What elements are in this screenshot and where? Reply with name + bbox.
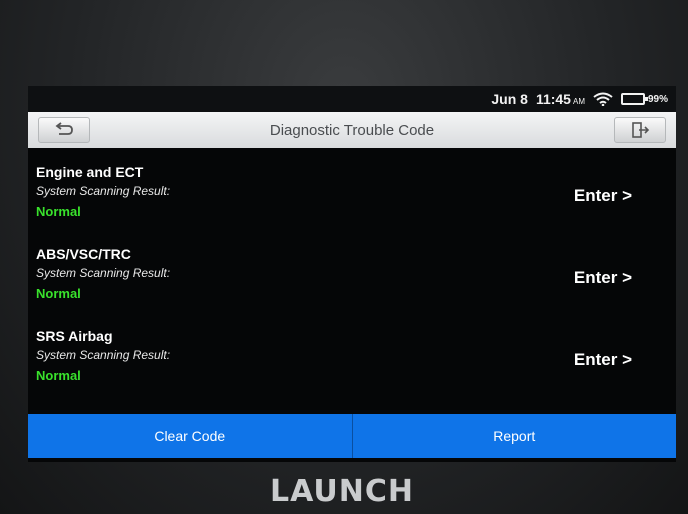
status-bar: Jun 8 11:45 AM 99% (28, 86, 676, 112)
system-status: Normal (36, 204, 81, 219)
enter-button[interactable]: Enter > (574, 186, 632, 206)
status-time: 11:45 AM (535, 91, 585, 107)
battery-level: 99% (647, 93, 668, 105)
wifi-icon (593, 92, 613, 107)
system-name: Engine and ECT (36, 164, 144, 180)
title-bar: Diagnostic Trouble Code (28, 112, 676, 148)
page-title: Diagnostic Trouble Code (269, 121, 435, 139)
system-name: SRS Airbag (36, 328, 113, 344)
status-date: Jun 8 (491, 91, 528, 107)
system-scan-label: System Scanning Result: (36, 266, 171, 280)
back-button[interactable] (38, 117, 90, 143)
back-arrow-icon (55, 122, 73, 135)
system-status: Normal (36, 368, 81, 383)
exit-button[interactable] (614, 117, 666, 143)
system-item-abs: ABS/VSC/TRC System Scanning Result: Norm… (28, 246, 676, 324)
device-screen: Jun 8 11:45 AM 99% Diagnostic Trouble Cod… (28, 86, 676, 462)
report-button[interactable]: Report (352, 414, 676, 458)
battery-icon (620, 93, 648, 105)
system-scan-label: System Scanning Result: (36, 348, 171, 362)
enter-button[interactable]: Enter > (574, 268, 632, 288)
brand-logo: LAUNCH (270, 474, 415, 509)
system-name: ABS/VSC/TRC (36, 246, 131, 262)
exit-icon (632, 122, 650, 138)
action-bar: Clear Code Report (28, 414, 676, 458)
system-item-engine: Engine and ECT System Scanning Result: N… (28, 164, 676, 242)
enter-button[interactable]: Enter > (574, 350, 632, 370)
system-status: Normal (36, 286, 81, 301)
battery-indicator: 99% (620, 93, 668, 105)
clear-code-button[interactable]: Clear Code (28, 414, 352, 458)
system-scan-label: System Scanning Result: (36, 184, 171, 198)
system-item-srs: SRS Airbag System Scanning Result: Norma… (28, 328, 676, 406)
